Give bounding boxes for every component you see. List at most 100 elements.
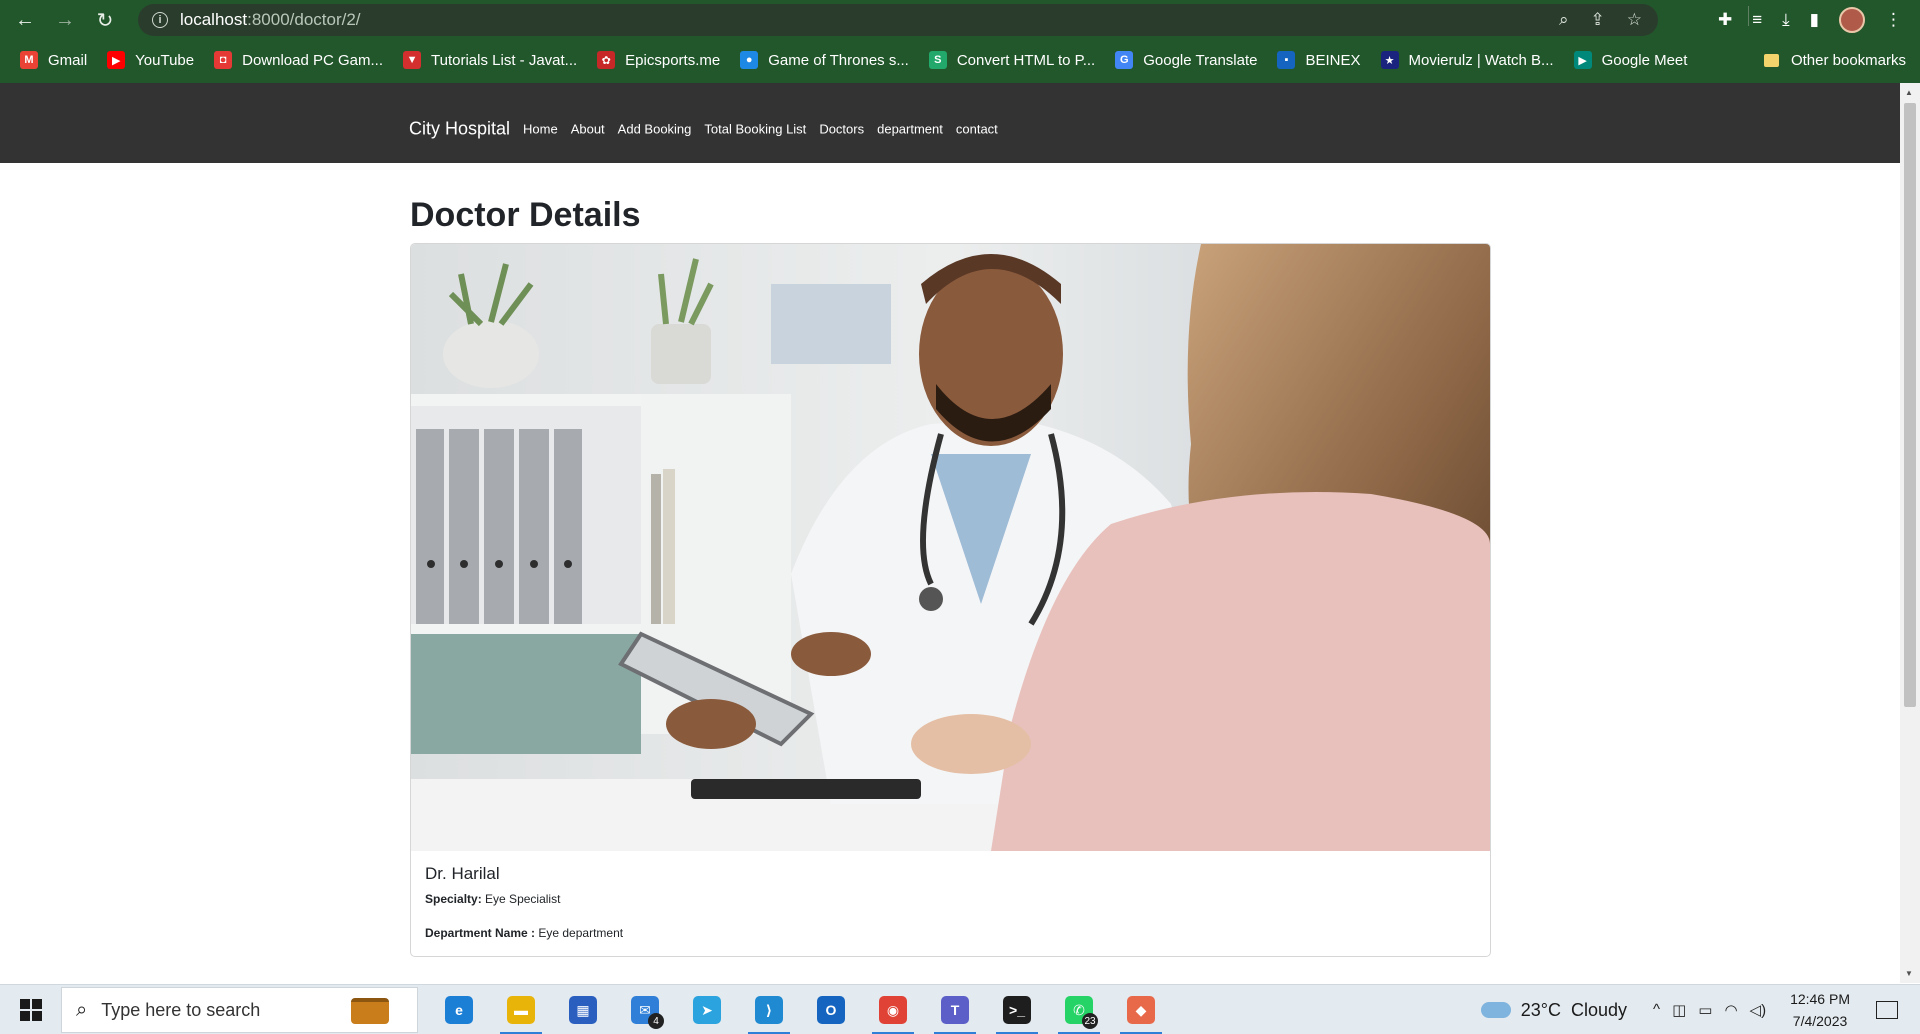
telegram-app[interactable]: ➤ [676, 985, 738, 1034]
department-value: Eye department [538, 926, 624, 940]
vscode-icon: ⟩ [755, 996, 783, 1024]
terminal-app[interactable]: >_ [986, 985, 1048, 1034]
profile-avatar[interactable] [1839, 7, 1865, 33]
outlook-icon: O [817, 996, 845, 1024]
page-title: Doctor Details [410, 196, 641, 234]
bookmark-label: YouTube [135, 51, 195, 69]
file-explorer-icon: ▬ [507, 996, 535, 1024]
nav-link-contact[interactable]: contact [956, 122, 998, 137]
reload-icon[interactable]: ↻ [90, 5, 120, 35]
bookmark-item[interactable]: ▶ YouTube [107, 51, 194, 69]
nav-link-department[interactable]: department [877, 122, 943, 137]
translate-icon: G [1115, 51, 1134, 69]
back-icon[interactable]: ← [10, 5, 40, 35]
bookmark-item[interactable]: ▪ BEINEX [1277, 51, 1361, 69]
mail-app[interactable]: ✉ 4 [614, 985, 676, 1034]
meet-now-icon[interactable]: ◫ [1672, 1001, 1686, 1019]
doctor-name: Dr. Harilal [425, 864, 500, 883]
notification-icon[interactable] [1876, 1001, 1898, 1019]
scroll-up-icon[interactable]: ▲ [1905, 88, 1913, 97]
bookmark-item[interactable]: ▼ Tutorials List - Javat... [403, 51, 577, 69]
vscode-app[interactable]: ⟩ [738, 985, 800, 1034]
doctor-info: Dr. Harilal Specialty: Eye Specialist De… [425, 864, 1475, 956]
bookmark-label: Movierulz | Watch B... [1408, 51, 1554, 69]
gmail-icon: M [20, 51, 38, 69]
clock[interactable]: 12:46 PM 7/4/2023 [1790, 988, 1850, 1032]
teams-icon: T [941, 996, 969, 1024]
store-app[interactable]: ▦ [552, 985, 614, 1034]
movierulz-icon: ★ [1380, 51, 1399, 69]
nav-link-about[interactable]: About [571, 122, 605, 137]
weather-widget[interactable]: 23°C Cloudy [1480, 999, 1628, 1021]
terminal-icon: >_ [1003, 996, 1031, 1024]
nav-links: Home About Add Booking Total Booking List Do… [523, 122, 998, 137]
specialty-value: Eye Specialist [485, 892, 561, 906]
address-bar[interactable]: i localhost:8000/doctor/2/ ⌕ ⇪ ☆ [138, 4, 1658, 36]
nav-link-doctors[interactable]: Doctors [819, 122, 864, 137]
convert-icon: S [928, 51, 947, 69]
url-host: localhost [180, 10, 248, 29]
zoom-icon[interactable]: ⌕ [1559, 10, 1569, 30]
bookmark-label: Google Translate [1143, 51, 1258, 69]
other-bookmarks-label: Other bookmarks [1790, 51, 1906, 69]
side-panel-icon[interactable]: ▮ [1810, 10, 1819, 30]
bookmark-item[interactable]: ▶ Google Meet [1573, 51, 1688, 69]
windows-start-icon[interactable] [20, 999, 42, 1021]
bookmark-label: Game of Thrones s... [768, 51, 909, 69]
file-explorer-app[interactable]: ▬ [490, 985, 552, 1034]
scroll-down-icon[interactable]: ▼ [1905, 969, 1913, 978]
doctor-card: Dr. Harilal Specialty: Eye Specialist De… [410, 243, 1491, 957]
scroll-thumb[interactable] [1904, 103, 1916, 707]
globe-icon: ● [740, 51, 759, 69]
weather-desc: Cloudy [1570, 999, 1628, 1020]
javatpoint-icon: ▼ [403, 51, 422, 69]
taskbar-search[interactable]: ⌕ Type here to search [61, 987, 418, 1033]
specialty-label: Specialty: [425, 892, 482, 906]
game-icon: ◘ [214, 51, 233, 69]
nav-link-home[interactable]: Home [523, 122, 558, 137]
menu-kebab-icon[interactable]: ⋮ [1885, 10, 1902, 30]
site-info-icon[interactable]: i [152, 12, 168, 28]
chrome-app[interactable]: ◉ [862, 985, 924, 1034]
bookmark-item[interactable]: S Convert HTML to P... [928, 51, 1095, 69]
whatsapp-app[interactable]: ✆ 23 [1048, 985, 1110, 1034]
nav-link-total-booking-list[interactable]: Total Booking List [704, 122, 806, 137]
clock-time: 12:46 PM [1790, 991, 1850, 1007]
bookmark-label: Google Meet [1601, 51, 1688, 69]
wifi-icon[interactable]: ◠ [1724, 1001, 1737, 1019]
edge-app[interactable]: e [428, 985, 490, 1034]
reading-list-icon[interactable]: ≡ [1752, 10, 1762, 30]
bookmark-item[interactable]: G Google Translate [1115, 51, 1257, 69]
page-scrollbar[interactable]: ▲ ▼ [1900, 83, 1920, 983]
bookmark-item[interactable]: ◘ Download PC Gam... [214, 51, 383, 69]
briefcase-icon[interactable] [351, 998, 389, 1024]
chevron-up-icon[interactable]: ^ [1653, 1001, 1660, 1019]
git-app[interactable]: ◆ [1110, 985, 1172, 1034]
git-icon: ◆ [1127, 996, 1155, 1024]
share-icon[interactable]: ⇪ [1591, 10, 1605, 30]
other-bookmarks[interactable]: Other bookmarks [1763, 44, 1906, 76]
bookmark-star-icon[interactable]: ☆ [1627, 10, 1642, 30]
edge-icon: e [445, 996, 473, 1024]
bookmark-item[interactable]: M Gmail [20, 51, 87, 69]
bookmark-item[interactable]: ★ Movierulz | Watch B... [1380, 51, 1554, 69]
bookmark-label: Gmail [48, 51, 88, 69]
battery-icon[interactable]: ▭ [1698, 1001, 1712, 1019]
teams-app[interactable]: T [924, 985, 986, 1034]
extensions-icon[interactable]: ✚ [1718, 10, 1732, 30]
bookmark-label: BEINEX [1305, 51, 1361, 69]
epicsports-icon: ✿ [597, 51, 616, 69]
nav-link-add-booking[interactable]: Add Booking [618, 122, 692, 137]
download-icon[interactable]: ⤓ [1782, 10, 1790, 30]
bookmark-item[interactable]: ✿ Epicsports.me [597, 51, 720, 69]
volume-icon[interactable]: ◁) [1750, 1001, 1767, 1019]
specialty-row: Specialty: Eye Specialist [425, 892, 1475, 906]
forward-icon[interactable]: → [50, 5, 80, 35]
outlook-app[interactable]: O [800, 985, 862, 1034]
site-brand[interactable]: City Hospital [409, 119, 510, 140]
site-navbar: City Hospital Home About Add Booking Total … [0, 83, 1900, 163]
bookmark-label: Tutorials List - Javat... [431, 51, 578, 69]
clock-date: 7/4/2023 [1792, 1013, 1848, 1029]
bookmark-item[interactable]: ● Game of Thrones s... [740, 51, 909, 69]
weather-temp: 23°C [1520, 999, 1561, 1020]
